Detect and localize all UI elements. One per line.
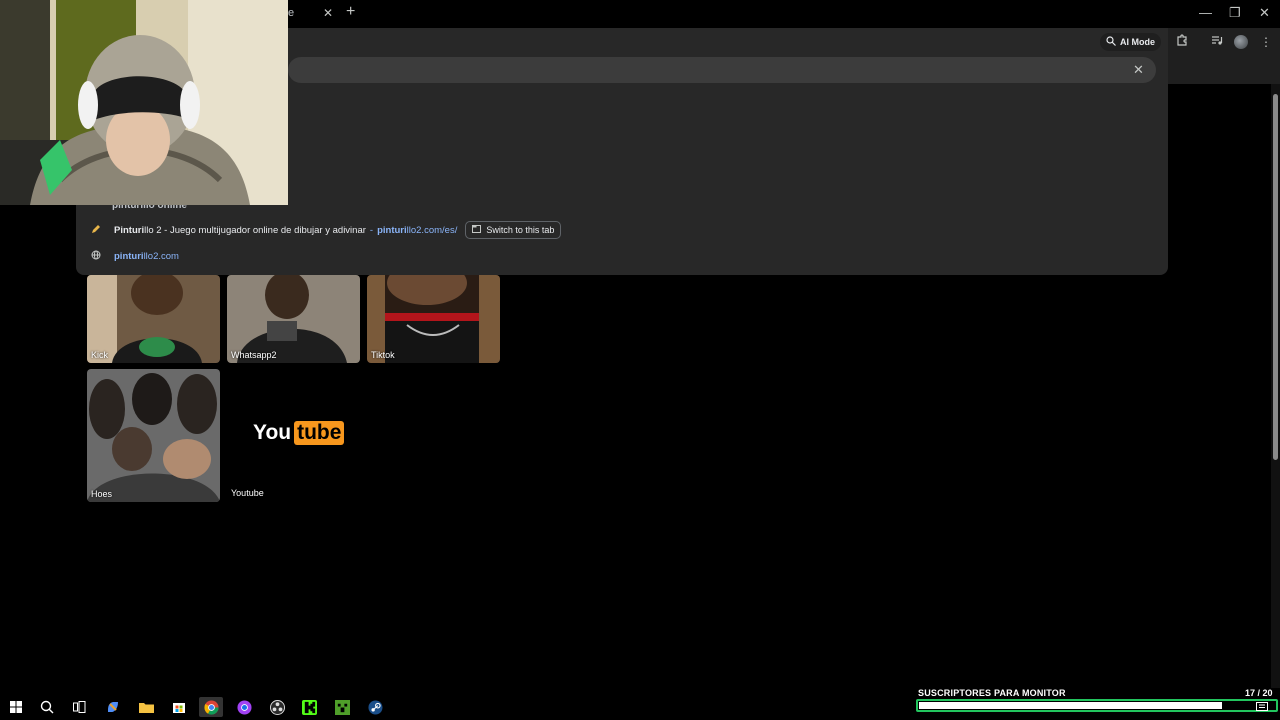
shortcut-label: Whatsapp2 [231,350,277,360]
media-control-icon[interactable] [1209,34,1225,50]
suggestion-row-tab[interactable]: Pinturillo 2 - Juego multijugador online… [76,217,1168,243]
menu-icon[interactable]: ⋮ [1258,34,1274,50]
kick-app-icon[interactable] [297,697,321,717]
shortcut-label: Hoes [91,489,113,499]
shortcut-kick[interactable]: Kick [87,275,220,363]
windows-start-icon[interactable] [4,697,28,717]
search-icon[interactable] [35,697,59,717]
logo-text-orange: tube [294,421,345,445]
clear-input-icon[interactable]: ✕ [1133,62,1144,78]
store-icon[interactable] [167,697,191,717]
ai-mode-button[interactable]: AI Mode [1100,33,1161,51]
obs-icon[interactable] [265,697,289,717]
shortcut-tiktok[interactable]: Tiktok [367,275,500,363]
task-view-icon[interactable] [67,697,91,717]
chrome-icon[interactable] [199,697,223,717]
pencil-icon [90,224,102,236]
file-explorer-icon[interactable] [134,697,158,717]
logo-text-white: You [253,421,292,444]
goal-progress-fill [919,702,1222,709]
tab-icon [472,225,482,235]
profile-avatar[interactable] [1234,35,1248,49]
new-tab-icon[interactable]: + [346,3,355,21]
globe-icon [90,250,102,262]
webcam-overlay [0,0,288,205]
youtube-logo: You tube [253,421,345,445]
suggestion-url: pinturillo2.com [114,250,179,262]
tab-close-icon[interactable]: ✕ [323,6,333,20]
switch-to-tab-button[interactable]: Switch to this tab [465,221,562,239]
shortcut-label: Youtube [231,488,264,498]
suggestion-row-url[interactable]: pinturillo2.com [76,243,1168,269]
chrome-profile-icon[interactable] [232,697,256,717]
scrollbar-thumb[interactable] [1273,94,1278,460]
close-window-icon[interactable]: ✕ [1259,5,1270,21]
extensions-icon[interactable] [1174,34,1190,50]
ai-mode-label: AI Mode [1120,37,1155,47]
minecraft-icon[interactable] [330,697,354,717]
shortcut-label: Tiktok [371,350,395,360]
minimize-icon[interactable]: — [1199,5,1212,20]
hoes-thumbnail [87,369,220,502]
suggestion-url: pinturillo2.com/es/ [377,224,458,236]
tab-title[interactable]: e [288,7,294,19]
shortcut-label: Kick [91,350,109,360]
suggestion-separator: - [369,224,374,236]
notification-icon[interactable] [1250,697,1274,717]
goal-title: SUSCRIPTORES PARA MONITOR [918,688,1066,698]
address-bar-input[interactable] [288,57,1156,83]
steam-icon[interactable] [363,697,387,717]
shortcut-hoes[interactable]: Hoes [87,369,220,502]
shortcut-whatsapp2[interactable]: Whatsapp2 [227,275,360,363]
restore-icon[interactable]: ❐ [1229,5,1241,21]
switch-to-tab-label: Switch to this tab [486,225,555,235]
suggestion-title: Pinturillo 2 - Juego multijugador online… [114,224,366,236]
copilot-icon[interactable] [101,697,125,717]
sparkle-search-icon [1106,36,1116,48]
